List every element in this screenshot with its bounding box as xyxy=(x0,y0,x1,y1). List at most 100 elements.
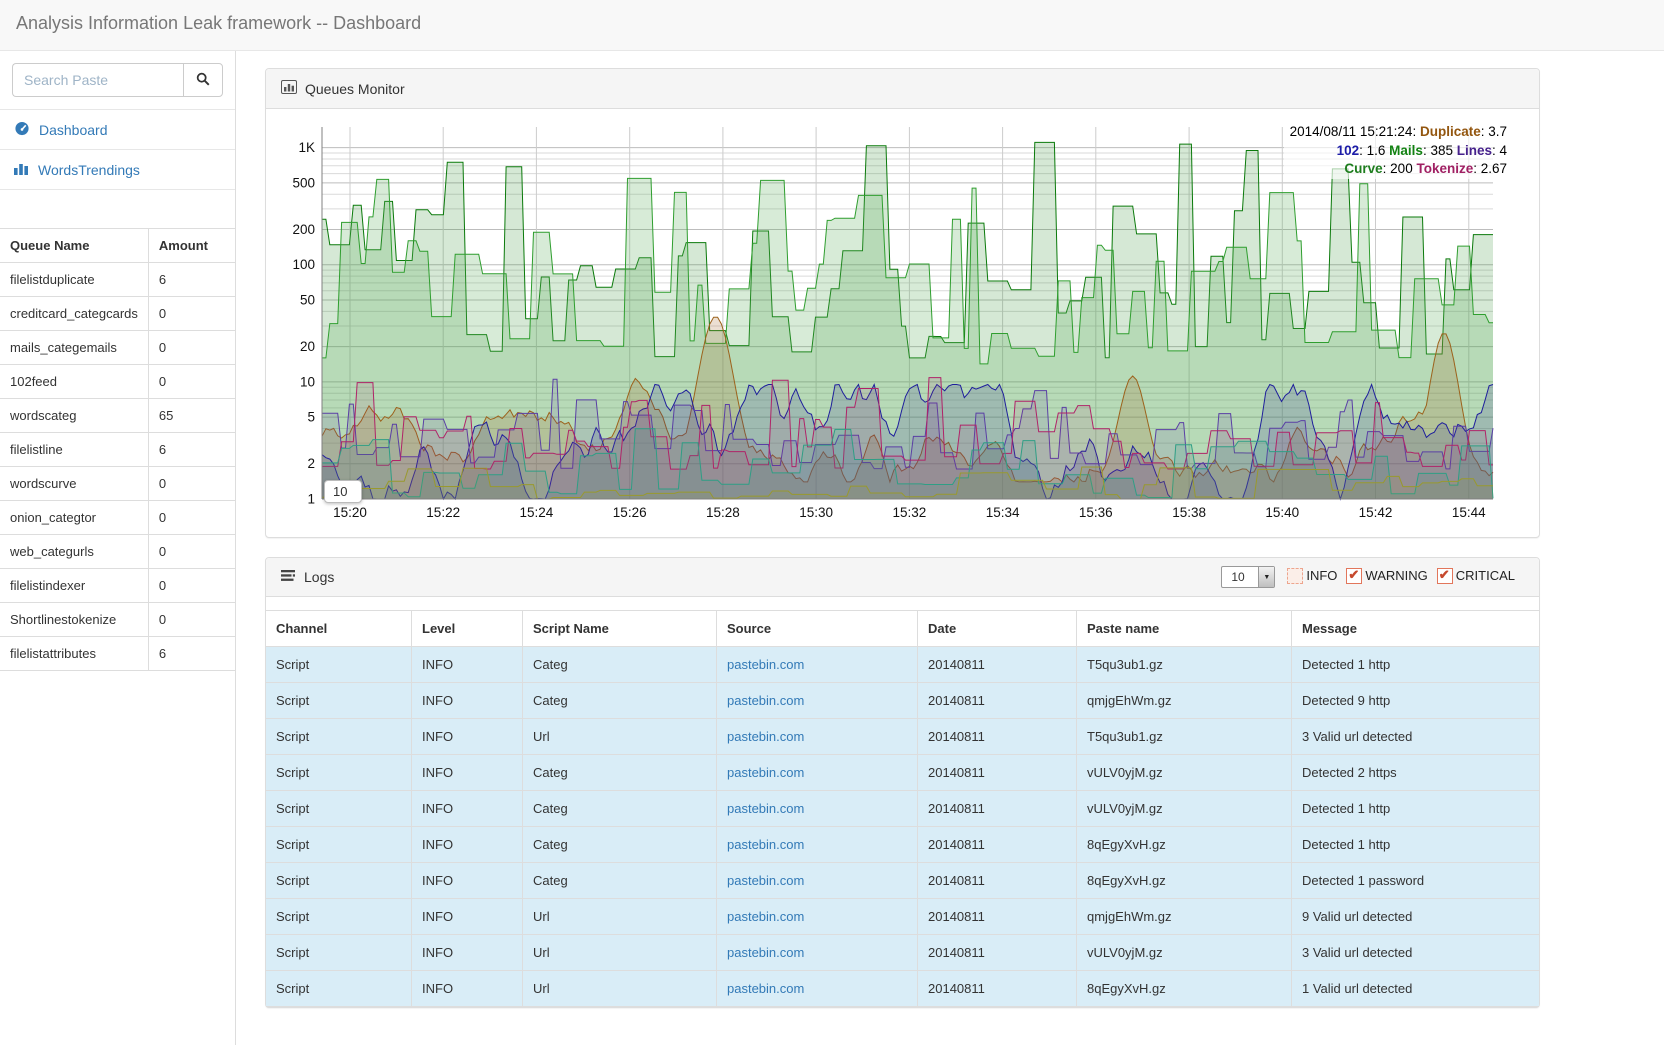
log-cell: INFO xyxy=(412,827,523,863)
svg-text:15:38: 15:38 xyxy=(1172,505,1206,520)
paste-source-link[interactable]: pastebin.com xyxy=(727,801,804,816)
sidebar-item-label: WordsTrendings xyxy=(38,162,140,178)
filter-info[interactable]: INFO xyxy=(1287,568,1337,584)
log-cell: 20140811 xyxy=(918,863,1077,899)
queue-name: Shortlinestokenize xyxy=(0,603,148,637)
logs-col-header: Level xyxy=(412,611,523,647)
log-cell[interactable]: pastebin.com xyxy=(717,647,918,683)
queue-name: web_categurls xyxy=(0,535,148,569)
paste-source-link[interactable]: pastebin.com xyxy=(727,945,804,960)
sidebar: Dashboard WordsTrendings Queue Name Amou… xyxy=(0,51,236,1045)
queue-name: filelistindexer xyxy=(0,569,148,603)
log-cell: Categ xyxy=(523,755,717,791)
log-row: ScriptINFOUrlpastebin.com20140811vULV0yj… xyxy=(266,935,1539,971)
log-cell: INFO xyxy=(412,683,523,719)
log-cell: 1 Valid url detected xyxy=(1292,971,1540,1007)
legend-line: 2014/08/11 15:21:24: Duplicate: 3.7 xyxy=(1290,123,1507,142)
paste-source-link[interactable]: pastebin.com xyxy=(727,981,804,996)
logs-panel: Logs 10 ▼ INFOWARNINGCRITICAL ChannelLev… xyxy=(265,557,1540,1008)
svg-text:200: 200 xyxy=(292,222,315,237)
svg-text:1: 1 xyxy=(307,492,315,507)
log-cell: 8qEgyXvH.gz xyxy=(1077,971,1292,1007)
log-cell: INFO xyxy=(412,791,523,827)
log-cell[interactable]: pastebin.com xyxy=(717,719,918,755)
logs-col-header: Paste name xyxy=(1077,611,1292,647)
page-size-select[interactable]: 10 ▼ xyxy=(1221,566,1275,588)
search-group xyxy=(12,63,223,97)
log-cell[interactable]: pastebin.com xyxy=(717,827,918,863)
log-cell[interactable]: pastebin.com xyxy=(717,863,918,899)
log-cell: Script xyxy=(266,971,412,1007)
sidebar-item-label: Dashboard xyxy=(39,122,108,138)
log-cell: Script xyxy=(266,647,412,683)
sidebar-item-dashboard[interactable]: Dashboard xyxy=(0,110,235,150)
logs-col-header: Channel xyxy=(266,611,412,647)
log-row: ScriptINFOUrlpastebin.com20140811qmjgEhW… xyxy=(266,899,1539,935)
paste-source-link[interactable]: pastebin.com xyxy=(727,765,804,780)
paste-source-link[interactable]: pastebin.com xyxy=(727,873,804,888)
log-cell: Script xyxy=(266,719,412,755)
log-cell: 8qEgyXvH.gz xyxy=(1077,863,1292,899)
queues-monitor-header: Queues Monitor xyxy=(266,69,1539,109)
chart-range-box[interactable]: 10 xyxy=(324,480,362,503)
logs-body-gap xyxy=(266,597,1539,610)
paste-source-link[interactable]: pastebin.com xyxy=(727,909,804,924)
search-button[interactable] xyxy=(183,63,223,97)
log-cell[interactable]: pastebin.com xyxy=(717,971,918,1007)
legend-line: 102: 1.6 Mails: 385 Lines: 4 xyxy=(1290,142,1507,161)
main-content: Queues Monitor 1K50020010050201052115:20… xyxy=(251,51,1664,1045)
svg-text:20: 20 xyxy=(300,339,315,354)
queue-row: filelistduplicate6 xyxy=(0,263,235,297)
paste-source-link[interactable]: pastebin.com xyxy=(727,693,804,708)
log-cell[interactable]: pastebin.com xyxy=(717,791,918,827)
svg-text:15:36: 15:36 xyxy=(1079,505,1113,520)
log-cell[interactable]: pastebin.com xyxy=(717,899,918,935)
app-title: Analysis Information Leak framework -- D… xyxy=(0,0,437,47)
legend-line: Curve: 200 Tokenize: 2.67 xyxy=(1290,160,1507,179)
svg-text:500: 500 xyxy=(292,175,315,190)
log-cell: 20140811 xyxy=(918,935,1077,971)
svg-text:10: 10 xyxy=(300,374,315,389)
log-cell[interactable]: pastebin.com xyxy=(717,755,918,791)
svg-text:100: 100 xyxy=(292,257,315,272)
log-cell: 8qEgyXvH.gz xyxy=(1077,827,1292,863)
queues-monitor-panel: Queues Monitor 1K50020010050201052115:20… xyxy=(265,68,1540,538)
log-row: ScriptINFOCategpastebin.com20140811vULV0… xyxy=(266,755,1539,791)
log-cell: Detected 1 password xyxy=(1292,863,1540,899)
log-cell: Script xyxy=(266,791,412,827)
checkbox-critical-checked[interactable] xyxy=(1437,568,1453,584)
top-navbar: Analysis Information Leak framework -- D… xyxy=(0,0,1664,51)
paste-source-link[interactable]: pastebin.com xyxy=(727,657,804,672)
logs-header: Logs 10 ▼ INFOWARNINGCRITICAL xyxy=(266,558,1539,597)
sidebar-item-wordstrendings[interactable]: WordsTrendings xyxy=(0,150,235,190)
filter-label: CRITICAL xyxy=(1456,568,1515,583)
log-cell: vULV0yjM.gz xyxy=(1077,935,1292,971)
queue-row: wordscurve0 xyxy=(0,467,235,501)
queue-row: mails_categemails0 xyxy=(0,331,235,365)
queue-amount: 6 xyxy=(148,637,235,671)
queue-amount: 0 xyxy=(148,297,235,331)
checkbox-warning-checked[interactable] xyxy=(1346,568,1362,584)
checkbox-info-unchecked[interactable] xyxy=(1287,568,1303,584)
queue-row: filelistline6 xyxy=(0,433,235,467)
queues-chart[interactable]: 1K50020010050201052115:2015:2215:2415:26… xyxy=(270,121,1535,525)
log-cell: 20140811 xyxy=(918,971,1077,1007)
log-cell: Url xyxy=(523,899,717,935)
page-size-value: 10 xyxy=(1231,570,1244,584)
queue-row: filelistindexer0 xyxy=(0,569,235,603)
paste-source-link[interactable]: pastebin.com xyxy=(727,729,804,744)
log-cell: 3 Valid url detected xyxy=(1292,719,1540,755)
log-cell: 3 Valid url detected xyxy=(1292,935,1540,971)
filter-warning[interactable]: WARNING xyxy=(1346,568,1427,584)
queues-chart-canvas[interactable]: 1K50020010050201052115:2015:2215:2415:26… xyxy=(270,121,1535,525)
log-cell[interactable]: pastebin.com xyxy=(717,683,918,719)
sidebar-nav: Dashboard WordsTrendings xyxy=(0,109,235,190)
amount-header: Amount xyxy=(148,229,235,263)
search-input[interactable] xyxy=(12,63,183,97)
filter-critical[interactable]: CRITICAL xyxy=(1437,568,1515,584)
log-cell[interactable]: pastebin.com xyxy=(717,935,918,971)
logs-col-header: Message xyxy=(1292,611,1540,647)
svg-text:15:44: 15:44 xyxy=(1452,505,1486,520)
paste-source-link[interactable]: pastebin.com xyxy=(727,837,804,852)
log-cell: 20140811 xyxy=(918,827,1077,863)
